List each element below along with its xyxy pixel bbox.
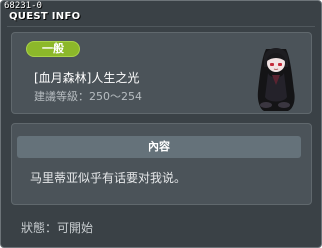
quest-summary-panel: 一般 [血月森林]人生之光 建議等級：250～254 — [11, 32, 312, 114]
quest-id: 68231-0 — [4, 1, 42, 11]
quest-description: 马里蒂亚似乎有话要对我说。 — [30, 171, 187, 185]
level-value: 250～254 — [89, 90, 142, 103]
npc-portrait-icon — [257, 48, 295, 111]
status-value: 可開始 — [57, 221, 94, 235]
quest-info-window: 68231-0 QUEST INFO 一般 [血月森林]人生之光 建議等級：25… — [0, 0, 322, 248]
quest-name: [血月森林]人生之光 — [34, 71, 140, 85]
window-title: QUEST INFO — [9, 11, 81, 22]
quest-status: 狀態：可開始 — [21, 221, 94, 235]
status-label: 狀態 — [21, 221, 46, 235]
title-divider — [7, 26, 315, 27]
level-label: 建議等級 — [34, 90, 78, 103]
quest-type-badge: 一般 — [26, 41, 80, 57]
quest-content-panel: 內容 马里蒂亚似乎有话要对我说。 — [11, 123, 312, 205]
recommended-level: 建議等級：250～254 — [34, 90, 142, 103]
content-header: 內容 — [17, 136, 301, 158]
